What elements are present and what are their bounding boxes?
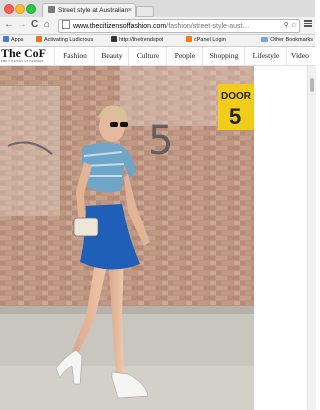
nav-lifestyle[interactable]: Lifestyle [244, 47, 287, 65]
url-path: /fashion/street-style-aust… [166, 23, 250, 30]
other-bookmarks[interactable]: Other Bookmarks [261, 35, 313, 46]
menu-hamburger-icon[interactable] [304, 19, 312, 27]
nav-beauty[interactable]: Beauty [94, 47, 129, 65]
site-header: The CoF THE CITIZENS OF FASHION Fashion … [0, 47, 315, 66]
new-tab-button[interactable] [136, 6, 154, 17]
tab-close-icon[interactable]: × [128, 4, 132, 18]
bookmark-favicon-icon [186, 36, 192, 42]
page-icon [62, 20, 70, 29]
forward-arrow-icon[interactable]: → [17, 19, 27, 31]
wall-number: 5 [148, 118, 173, 164]
scrollbar-thumb[interactable] [310, 78, 314, 92]
bookmarks-bar: Apps Activating Ludicrous http://thetren… [0, 35, 315, 47]
page-scrollbar[interactable] [307, 66, 316, 410]
bookmark-label: Apps [11, 37, 24, 43]
back-arrow-icon[interactable]: ← [4, 19, 14, 31]
address-bar[interactable]: www.thecitizensoffashion.com/fashion/str… [58, 19, 300, 33]
minimize-window-button[interactable] [15, 4, 25, 14]
apps-grid-icon [3, 36, 9, 42]
site-logo-tagline: THE CITIZENS OF FASHION [1, 59, 44, 63]
folder-icon [261, 36, 269, 42]
bookmark-cpanel[interactable]: cPanel Login [186, 35, 226, 46]
street-style-photo: 5 DOOR 5 [0, 66, 254, 410]
close-window-button[interactable] [4, 4, 14, 14]
nav-fashion[interactable]: Fashion [54, 47, 95, 65]
search-and-star-icon[interactable]: ⚲ ☆ [284, 20, 297, 32]
zoom-window-button[interactable] [26, 4, 36, 14]
nav-shopping[interactable]: Shopping [202, 47, 245, 65]
nav-video[interactable]: Video [286, 47, 315, 65]
bookmark-apps[interactable]: Apps [3, 35, 24, 46]
other-bookmarks-label: Other Bookmarks [270, 37, 313, 43]
reload-icon[interactable]: C [31, 19, 38, 31]
bookmark-favicon-icon [36, 36, 42, 42]
browser-toolbar: ← → C ⌂ www.thecitizensoffashion.com/fas… [0, 17, 315, 35]
bookmark-activating[interactable]: Activating Ludicrous [36, 35, 93, 46]
bookmark-trendspot[interactable]: http://thetrendspot [111, 35, 163, 46]
browser-tab[interactable]: Street style at Australian F × [42, 3, 136, 18]
nav-culture[interactable]: Culture [128, 47, 167, 65]
bookmark-label: Activating Ludicrous [44, 37, 94, 43]
tab-title: Street style at Australian F [58, 7, 128, 14]
nav-people[interactable]: People [166, 47, 203, 65]
home-icon[interactable]: ⌂ [44, 19, 50, 31]
page-favicon-icon [48, 6, 55, 13]
bookmark-favicon-icon [111, 36, 117, 42]
url-domain: www.thecitizensoffashion.com [73, 23, 167, 30]
door-sign-number: 5 [229, 104, 241, 129]
bookmark-label: http://thetrendspot [119, 37, 164, 43]
window-titlebar: Street style at Australian F × [0, 0, 315, 18]
door-sign-word: DOOR [221, 91, 252, 102]
bookmark-label: cPanel Login [194, 37, 226, 43]
